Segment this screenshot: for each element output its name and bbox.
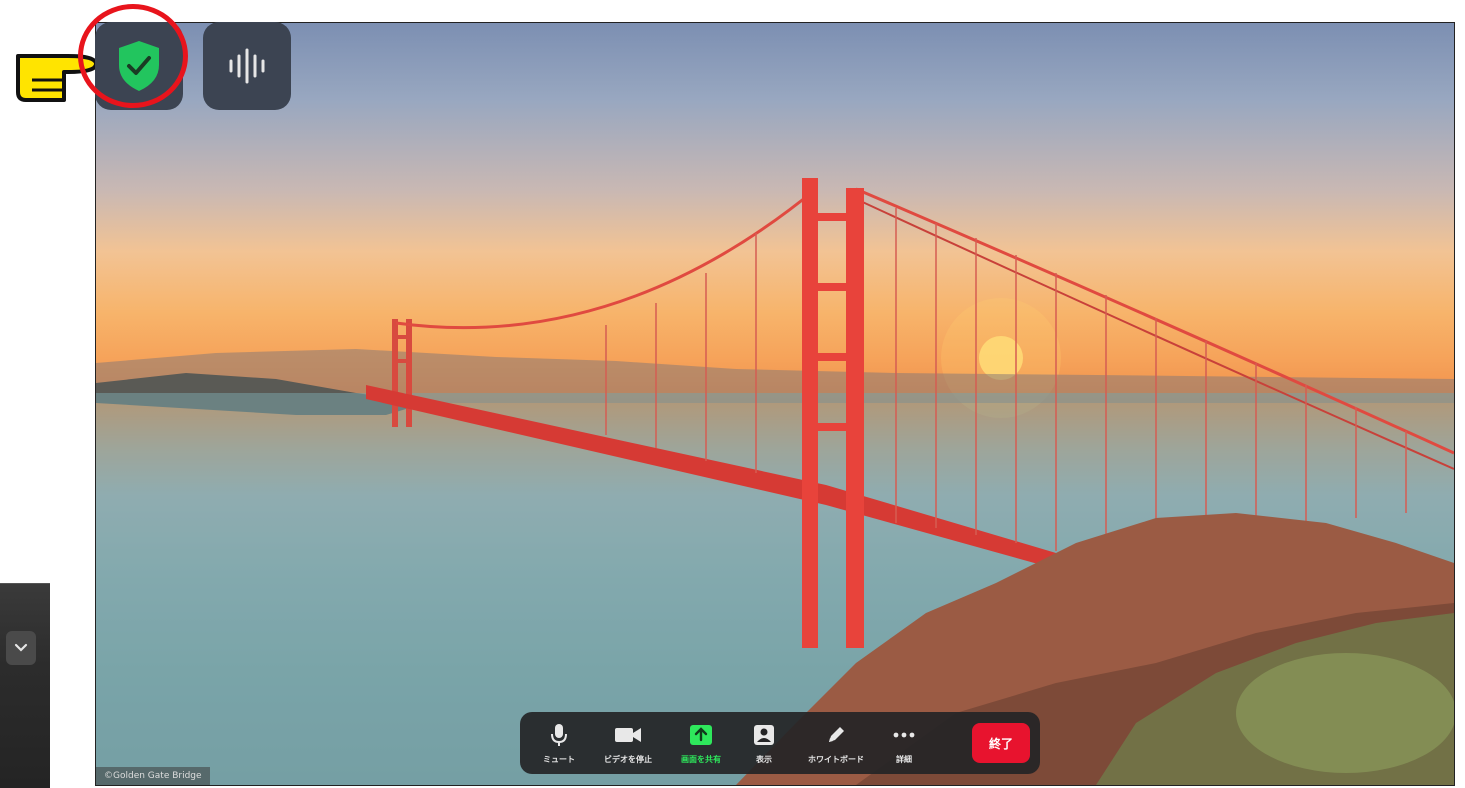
view-icon bbox=[754, 724, 774, 745]
meeting-toolbar: ミュート ビデオを停止 画面を共有 表示 ホワイトボード 詳細 終了 bbox=[520, 712, 1040, 774]
chevron-down-button[interactable] bbox=[6, 631, 36, 665]
video-camera-icon bbox=[615, 727, 641, 742]
more-label: 詳細 bbox=[896, 754, 912, 764]
share-screen-button[interactable]: 画面を共有 bbox=[668, 716, 734, 770]
view-button[interactable]: 表示 bbox=[738, 716, 790, 770]
shared-video-scene: ©Golden Gate Bridge bbox=[95, 22, 1455, 786]
mute-button[interactable]: ミュート bbox=[530, 716, 588, 770]
more-icon bbox=[893, 732, 915, 737]
microphone-icon bbox=[551, 723, 567, 746]
chevron-down-icon bbox=[14, 643, 28, 652]
audio-wave-icon bbox=[229, 48, 265, 84]
stop-video-button[interactable]: ビデオを停止 bbox=[592, 716, 664, 770]
golden-gate-bridge-image bbox=[96, 178, 1454, 785]
share-screen-label: 画面を共有 bbox=[681, 754, 721, 764]
end-meeting-button[interactable]: 終了 bbox=[972, 723, 1030, 763]
whiteboard-button[interactable]: ホワイトボード bbox=[794, 716, 878, 770]
side-panel bbox=[0, 583, 50, 788]
stop-video-label: ビデオを停止 bbox=[604, 754, 652, 764]
pencil-icon bbox=[829, 726, 844, 742]
whiteboard-label: ホワイトボード bbox=[808, 754, 864, 764]
mute-label: ミュート bbox=[543, 754, 575, 764]
highlight-circle bbox=[78, 4, 188, 108]
audio-status-button[interactable] bbox=[203, 22, 291, 110]
photo-credit: ©Golden Gate Bridge bbox=[96, 767, 210, 785]
more-button[interactable]: 詳細 bbox=[882, 716, 926, 770]
share-screen-icon bbox=[690, 724, 712, 745]
view-label: 表示 bbox=[756, 754, 772, 764]
